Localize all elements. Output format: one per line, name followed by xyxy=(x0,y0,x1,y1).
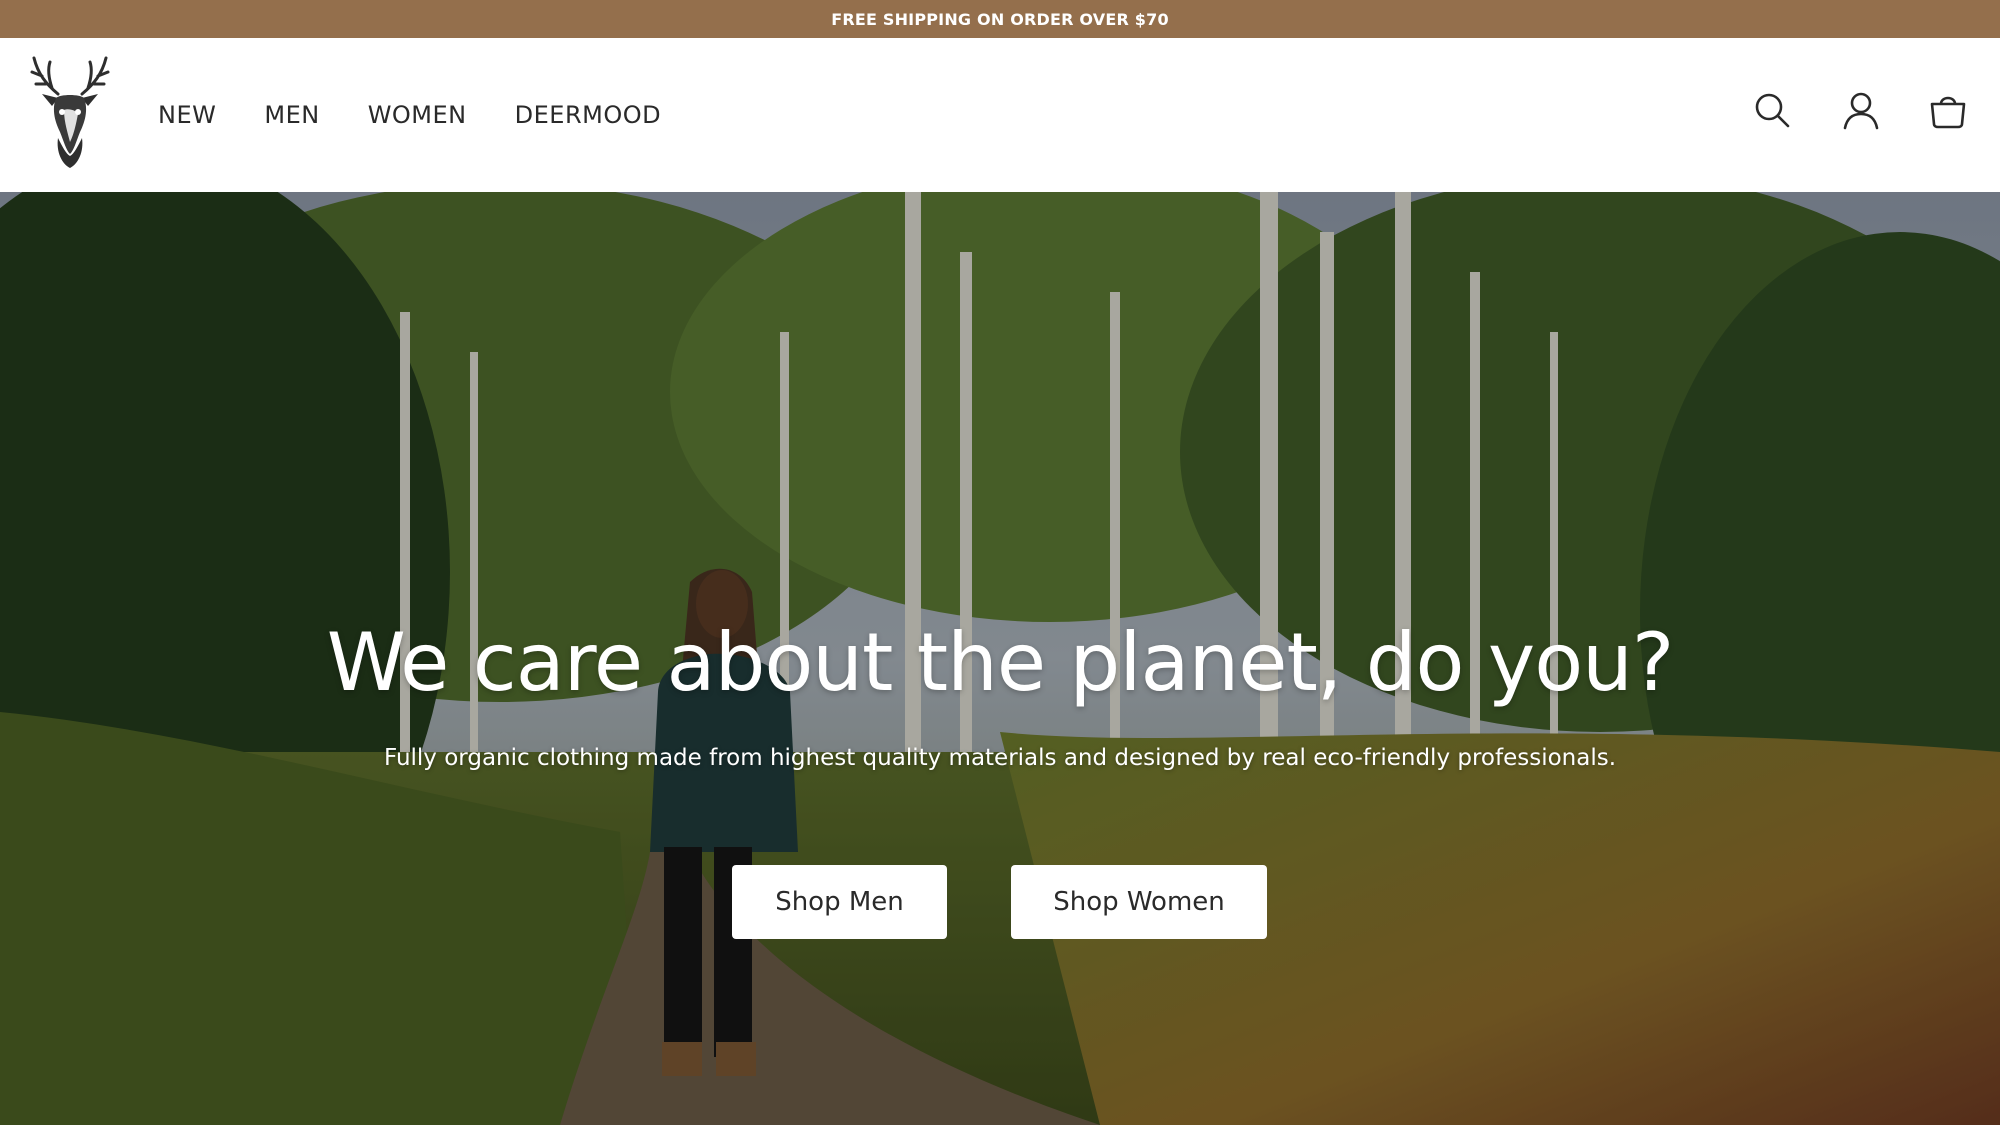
hero-title: We care about the planet, do you? xyxy=(326,616,1675,709)
hero-subtitle: Fully organic clothing made from highest… xyxy=(383,745,1617,771)
cart-icon[interactable] xyxy=(1928,90,1968,130)
main-nav: NEW MEN WOMEN DEERMOOD xyxy=(158,38,661,192)
shop-men-button[interactable]: Shop Men xyxy=(732,865,947,939)
nav-item-women[interactable]: WOMEN xyxy=(368,101,467,129)
account-icon[interactable] xyxy=(1841,90,1881,130)
deer-head-icon xyxy=(30,56,110,168)
deer-head-logo[interactable] xyxy=(28,54,112,170)
nav-item-deermood[interactable]: DEERMOOD xyxy=(515,101,661,129)
nav-item-men[interactable]: MEN xyxy=(264,101,319,129)
site-header: NEW MEN WOMEN DEERMOOD xyxy=(0,38,2000,192)
shop-women-button[interactable]: Shop Women xyxy=(1011,865,1267,939)
announcement-text: FREE SHIPPING ON ORDER OVER $70 xyxy=(831,9,1169,29)
hero-banner: We care about the planet, do you? Fully … xyxy=(0,192,2000,1125)
nav-item-new[interactable]: NEW xyxy=(158,101,216,129)
search-icon[interactable] xyxy=(1752,90,1792,130)
announcement-bar: FREE SHIPPING ON ORDER OVER $70 xyxy=(0,0,2000,38)
